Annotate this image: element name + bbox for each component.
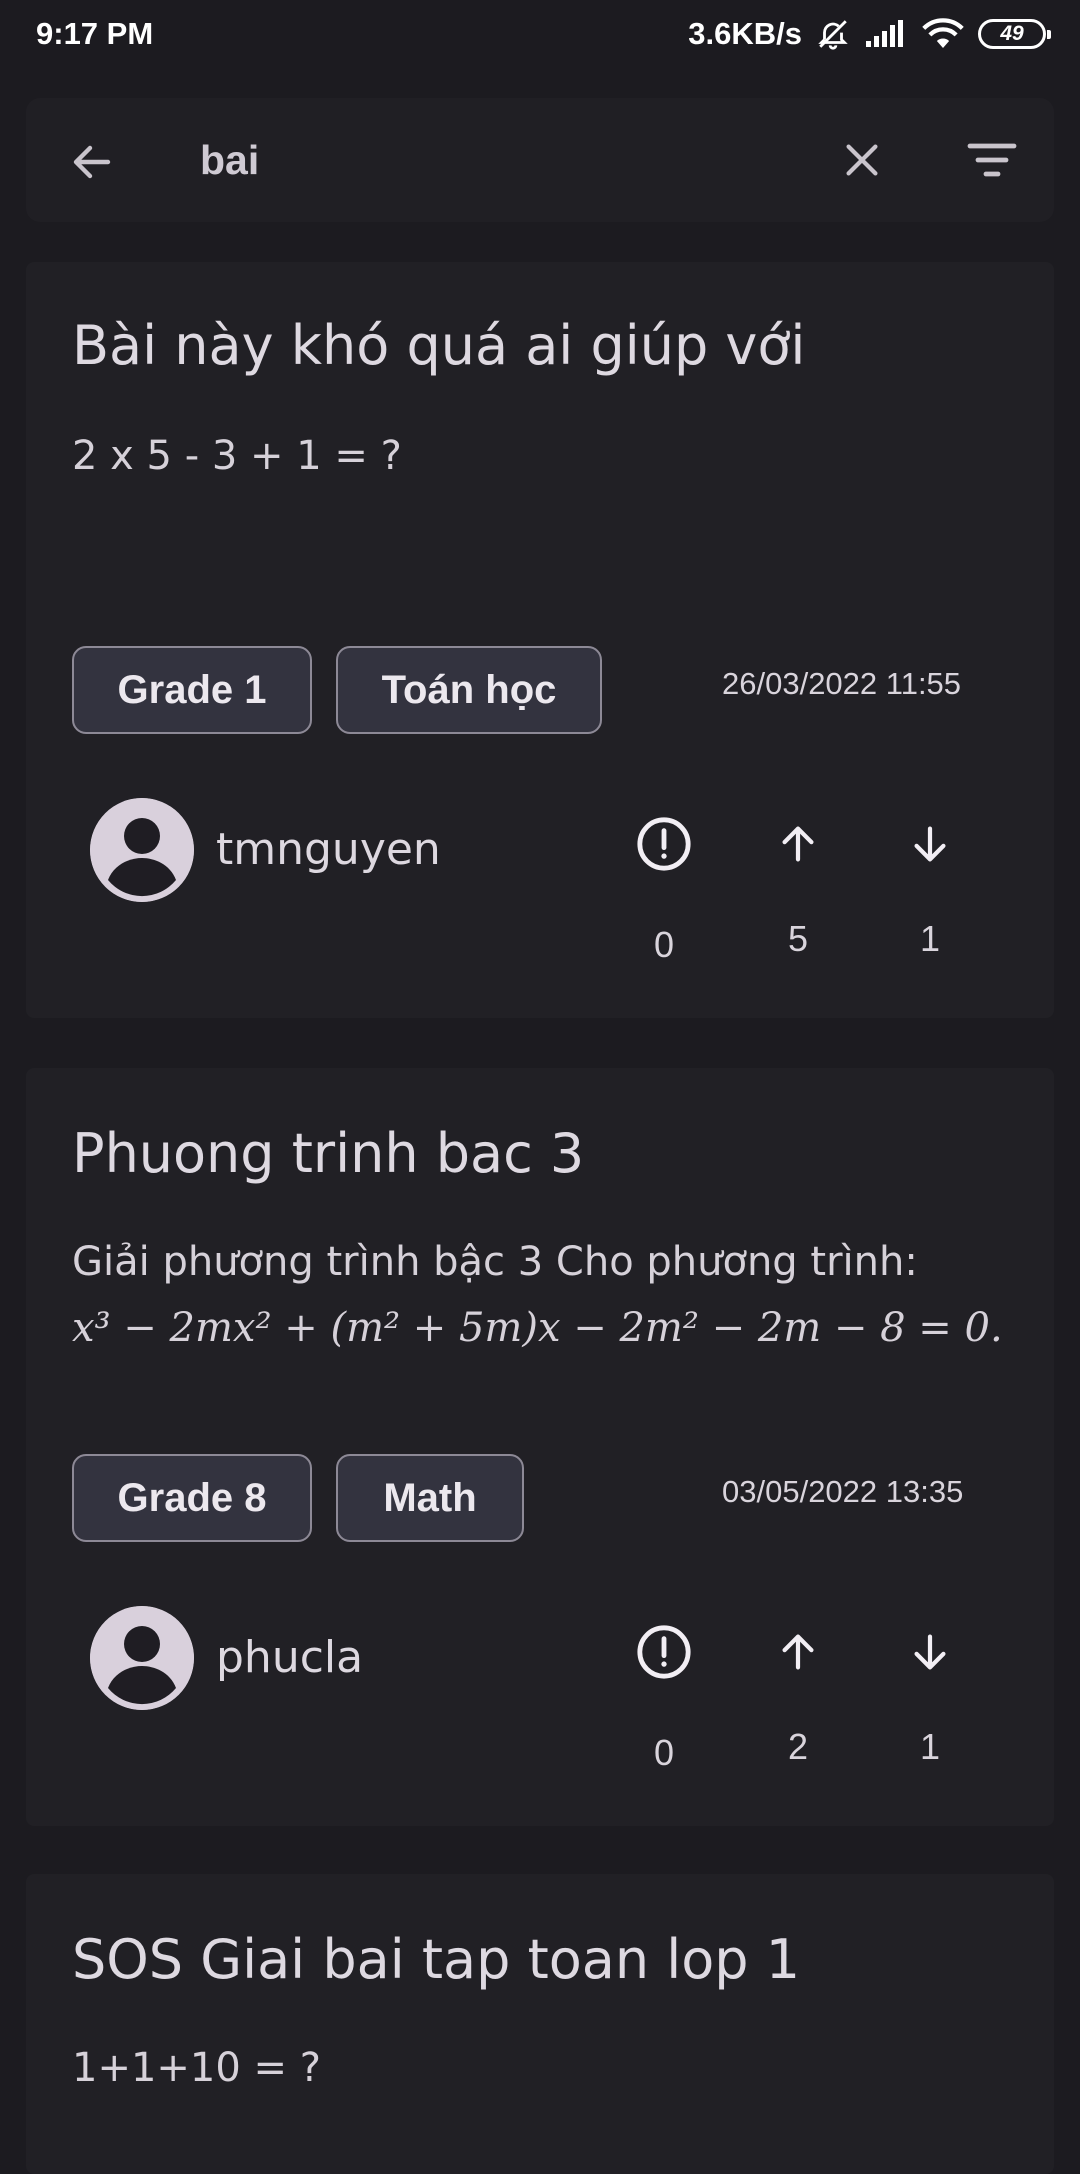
author-name[interactable]: phucla: [216, 1632, 363, 1683]
post-date: 26/03/2022 11:55: [722, 666, 962, 701]
post-card[interactable]: Bài này khó quá ai giúp với 2 x 5 - 3 + …: [26, 262, 1054, 1018]
upvote-arrow-icon[interactable]: [768, 814, 828, 874]
status-icons: 3.6KB/s 49: [688, 16, 1051, 52]
back-arrow-icon[interactable]: [64, 134, 120, 190]
network-speed: 3.6KB/s: [688, 16, 802, 51]
formula-text: x³ − 2mx² + (m² + 5m)x − 2m² − 2m − 8 = …: [72, 1305, 1003, 1351]
upvote-count: 5: [787, 918, 809, 959]
tag-chip-subject[interactable]: Toán học: [336, 646, 602, 734]
upvote-count: 2: [787, 1726, 809, 1767]
downvote-count: 1: [919, 1726, 941, 1767]
tag-chip-grade[interactable]: Grade 8: [72, 1454, 312, 1542]
post-formula: x³ − 2mx² + (m² + 5m)x − 2m² − 2m − 8 = …: [72, 1294, 1003, 1362]
downvote-count: 1: [919, 918, 941, 959]
post-date: 03/05/2022 13:35: [722, 1474, 964, 1509]
post-card[interactable]: SOS Giai bai tap toan lop 1 1+1+10 = ?: [26, 1874, 1054, 2174]
search-bar: [26, 98, 1054, 222]
signal-icon: [864, 19, 908, 49]
tag-chip-grade[interactable]: Grade 1: [72, 646, 312, 734]
battery-icon: 49: [978, 19, 1051, 49]
report-count: 0: [653, 1732, 675, 1773]
avatar[interactable]: [90, 798, 194, 902]
post-title: Bài này khó quá ai giúp với: [72, 314, 806, 377]
post-card[interactable]: Phuong trinh bac 3 Giải phương trình bậc…: [26, 1068, 1054, 1826]
downvote-arrow-icon[interactable]: [900, 814, 960, 874]
search-input[interactable]: [200, 128, 800, 192]
wifi-icon: [922, 18, 964, 50]
post-body: Giải phương trình bậc 3 Cho phương trình…: [72, 1239, 918, 1285]
avatar[interactable]: [90, 1606, 194, 1710]
tag-chip-subject[interactable]: Math: [336, 1454, 524, 1542]
report-icon[interactable]: [632, 812, 696, 876]
upvote-arrow-icon[interactable]: [768, 1622, 828, 1682]
author-name[interactable]: tmnguyen: [216, 824, 441, 875]
status-time: 9:17 PM: [36, 16, 154, 51]
downvote-arrow-icon[interactable]: [900, 1622, 960, 1682]
post-title: SOS Giai bai tap toan lop 1: [72, 1928, 801, 1991]
mute-bell-icon: [816, 17, 850, 51]
close-icon[interactable]: [834, 132, 890, 188]
post-title: Phuong trinh bac 3: [72, 1122, 585, 1185]
post-body: 2 x 5 - 3 + 1 = ?: [72, 433, 402, 479]
post-body: 1+1+10 = ?: [72, 2045, 322, 2091]
filter-icon[interactable]: [962, 132, 1022, 188]
report-icon[interactable]: [632, 1620, 696, 1684]
status-bar: 9:17 PM 3.6KB/s 49: [0, 0, 1080, 68]
report-count: 0: [653, 924, 675, 965]
